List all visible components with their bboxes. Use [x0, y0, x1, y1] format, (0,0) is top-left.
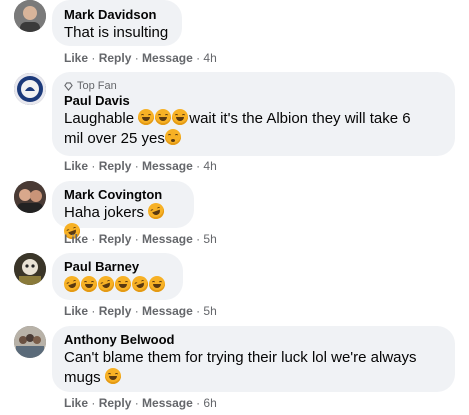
timestamp[interactable]: 4h — [203, 51, 216, 65]
comment-author[interactable]: Mark Davidson — [64, 7, 170, 23]
reply-link[interactable]: Reply — [99, 51, 132, 65]
comment-actions: Like · Reply · Message · 4h — [64, 51, 217, 65]
comment-actions: Like · Reply · Message · 5h — [64, 232, 217, 246]
comment-bubble: Top Fan Paul Davis Laughable wait it's t… — [52, 72, 455, 156]
comment-author[interactable]: Paul Barney — [64, 259, 171, 275]
avatar[interactable] — [14, 253, 46, 285]
comment-text — [61, 273, 171, 297]
like-link[interactable]: Like — [64, 304, 88, 318]
laughing-tears-emoji-icon — [172, 109, 189, 125]
comment-actions: Like · Reply · Message · 4h — [64, 159, 217, 173]
comment-actions: Like · Reply · Message · 6h — [64, 396, 217, 410]
timestamp[interactable]: 6h — [203, 396, 216, 410]
timestamp[interactable]: 4h — [203, 159, 216, 173]
reply-link[interactable]: Reply — [99, 396, 132, 410]
like-link[interactable]: Like — [64, 159, 88, 173]
reply-link[interactable]: Reply — [99, 304, 132, 318]
comment-text: Can't blame them for trying their luck l… — [64, 348, 443, 388]
comment-bubble: Paul Barney — [52, 253, 183, 300]
avatar[interactable] — [14, 73, 46, 105]
laughing-tears-emoji-icon — [104, 368, 121, 384]
like-link[interactable]: Like — [64, 51, 88, 65]
laughing-tears-emoji-icon — [145, 200, 167, 222]
laughing-tears-emoji-icon — [115, 276, 131, 292]
comment-author[interactable]: Anthony Belwood — [64, 332, 443, 348]
comment-bubble: Mark Davidson That is insulting — [52, 0, 182, 46]
timestamp[interactable]: 5h — [203, 304, 216, 318]
comment-text: That is insulting — [64, 24, 169, 41]
laughing-tears-emoji-icon — [155, 109, 172, 125]
top-fan-badge: Top Fan — [64, 79, 443, 93]
like-link[interactable]: Like — [64, 232, 88, 246]
laughing-tears-emoji-icon — [95, 273, 117, 295]
text-segment: Haha jokers — [64, 204, 145, 221]
message-link[interactable]: Message — [142, 159, 193, 173]
avatar[interactable] — [14, 326, 46, 358]
laughing-tears-emoji-icon — [129, 273, 151, 295]
comment-bubble: Anthony Belwood Can't blame them for try… — [52, 326, 455, 392]
comment-bubble: Mark Covington Haha jokers — [52, 181, 194, 242]
laughing-tears-emoji-icon — [138, 109, 155, 125]
message-link[interactable]: Message — [142, 232, 193, 246]
diamond-icon — [64, 81, 73, 91]
comment-author[interactable]: Mark Covington — [64, 187, 182, 203]
message-link[interactable]: Message — [142, 396, 193, 410]
text-segment: Laughable — [64, 110, 135, 127]
text-segment: Can't blame them for trying their luck l… — [64, 349, 417, 366]
reply-link[interactable]: Reply — [99, 232, 132, 246]
worried-emoji-icon — [164, 129, 181, 145]
timestamp[interactable]: 5h — [203, 232, 216, 246]
message-link[interactable]: Message — [142, 51, 193, 65]
text-segment: mil over 25 yes — [64, 130, 165, 147]
text-segment: mugs — [64, 369, 101, 386]
laughing-tears-emoji-icon — [81, 276, 97, 292]
laughing-tears-emoji-icon — [61, 273, 83, 295]
badge-label: Top Fan — [77, 80, 117, 92]
comment-author[interactable]: Paul Davis — [64, 93, 443, 109]
comment-actions: Like · Reply · Message · 5h — [64, 304, 217, 318]
message-link[interactable]: Message — [142, 304, 193, 318]
avatar[interactable] — [14, 181, 46, 213]
like-link[interactable]: Like — [64, 396, 88, 410]
avatar[interactable] — [14, 0, 46, 32]
text-segment: wait it's the Albion they will take 6 — [189, 110, 411, 127]
laughing-tears-emoji-icon — [149, 276, 165, 292]
comment-text: Laughable wait it's the Albion they will… — [64, 109, 443, 149]
reply-link[interactable]: Reply — [99, 159, 132, 173]
